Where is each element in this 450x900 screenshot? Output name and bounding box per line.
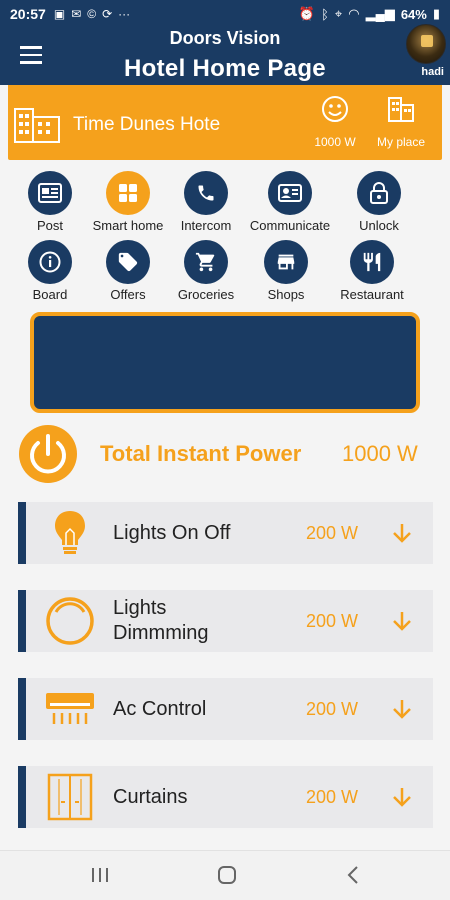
bulb-icon xyxy=(42,508,98,558)
device-curtains[interactable]: Curtains 200 W xyxy=(18,766,433,828)
avatar[interactable] xyxy=(406,24,446,64)
page-title: Hotel Home Page xyxy=(124,55,326,82)
lock-icon xyxy=(357,171,401,215)
info-icon xyxy=(28,240,72,284)
service-post[interactable]: Post xyxy=(28,171,72,233)
phone-icon xyxy=(184,171,228,215)
power-icon[interactable] xyxy=(18,424,78,489)
service-label: Shops xyxy=(267,287,305,302)
device-name: Lights On Off xyxy=(113,522,231,544)
status-bar: 20:57 ▣ ✉ © ⟳ ··· ⏰ ᛒ ⌖ ◠ ▂▄▆ 64% ▮ xyxy=(0,0,450,28)
row-accent xyxy=(18,590,26,652)
arrow-down-icon[interactable] xyxy=(391,696,413,722)
service-offers[interactable]: Offers xyxy=(106,240,150,302)
more-icon: ··· xyxy=(118,7,131,21)
battery-text: 64% xyxy=(400,6,427,22)
device-lights-onoff[interactable]: Lights On Off 200 W xyxy=(18,502,433,564)
contact-card-icon xyxy=(268,171,312,215)
my-place-label: My place xyxy=(376,135,426,149)
banner[interactable] xyxy=(30,312,420,413)
row-accent xyxy=(18,502,26,564)
total-power: Total Instant Power 1000 W xyxy=(0,422,450,484)
service-label: Smart home xyxy=(92,218,164,233)
curtains-icon xyxy=(42,772,98,822)
gallery-icon: ▣ xyxy=(53,7,66,21)
hotel-bar: Time Dunes Hote 1000 W My place xyxy=(8,85,442,160)
copyright-icon: © xyxy=(87,7,97,21)
wifi-icon: ◠ xyxy=(348,6,360,21)
notification-icons: ▣ ✉ © ⟳ ··· xyxy=(54,7,130,21)
home-icon[interactable] xyxy=(216,864,238,891)
service-label: Board xyxy=(32,287,68,302)
arrow-down-icon[interactable] xyxy=(391,608,413,634)
store-icon xyxy=(264,240,308,284)
service-label: Intercom xyxy=(180,218,232,233)
service-label: Post xyxy=(36,218,63,233)
bluetooth-icon: ᛒ xyxy=(321,6,329,22)
system-nav-bar xyxy=(0,850,450,900)
device-name: Lights Dimmming xyxy=(113,597,209,644)
sync-icon: ⟳ xyxy=(102,7,113,21)
service-board[interactable]: Board xyxy=(28,240,72,302)
location-icon: ⌖ xyxy=(334,6,343,21)
device-watts: 200 W xyxy=(306,699,359,719)
hotel-name: Time Dunes Hote xyxy=(73,114,221,135)
service-intercom[interactable]: Intercom xyxy=(181,171,231,233)
service-label: Unlock xyxy=(359,218,399,233)
building-icon xyxy=(14,103,60,148)
smiley-icon xyxy=(322,96,348,122)
service-label: Groceries xyxy=(177,287,235,302)
device-ac-control[interactable]: Ac Control 200 W xyxy=(18,678,433,740)
power-summary-label: 1000 W xyxy=(314,135,356,149)
service-unlock[interactable]: Unlock xyxy=(357,171,401,233)
device-lights-dimming[interactable]: Lights Dimmming 200 W xyxy=(18,590,433,652)
device-name: Curtains xyxy=(113,786,188,808)
my-place-button[interactable]: My place xyxy=(366,95,436,149)
service-groceries[interactable]: Groceries xyxy=(178,240,234,302)
arrow-down-icon[interactable] xyxy=(391,520,413,546)
service-restaurant[interactable]: Restaurant xyxy=(340,240,404,302)
battery-icon: ▮ xyxy=(432,6,440,21)
tag-icon xyxy=(106,240,150,284)
back-icon[interactable] xyxy=(343,864,363,891)
status-time: 20:57 xyxy=(10,6,46,22)
smart-home-icon xyxy=(106,171,150,215)
total-power-label: Total Instant Power xyxy=(100,441,302,466)
mail-icon: ✉ xyxy=(71,7,82,21)
alarm-icon: ⏰ xyxy=(298,6,316,21)
service-label: Communicate xyxy=(249,218,331,233)
row-accent xyxy=(18,766,26,828)
app-name: Doors Vision xyxy=(169,28,281,48)
total-power-value: 1000 W xyxy=(342,441,418,466)
power-summary-button[interactable]: 1000 W xyxy=(308,95,362,149)
device-watts: 200 W xyxy=(306,787,359,807)
signal-icon: ▂▄▆ xyxy=(365,6,395,21)
device-watts: 200 W xyxy=(306,611,359,631)
service-label: Offers xyxy=(110,287,146,302)
service-smart-home[interactable]: Smart home xyxy=(93,171,163,233)
device-watts: 200 W xyxy=(306,523,359,543)
username: hadi xyxy=(421,66,444,78)
system-icons: ⏰ ᛒ ⌖ ◠ ▂▄▆ 64% ▮ xyxy=(299,6,440,22)
building-small-icon xyxy=(388,97,414,122)
row-accent xyxy=(18,678,26,740)
recents-icon[interactable] xyxy=(90,864,110,891)
arrow-down-icon[interactable] xyxy=(391,784,413,810)
cart-icon xyxy=(184,240,228,284)
device-name: Ac Control xyxy=(113,698,207,720)
post-icon xyxy=(28,171,72,215)
service-label: Restaurant xyxy=(340,287,404,302)
app-header: Doors Vision Hotel Home Page hadi xyxy=(0,24,450,85)
service-communicate[interactable]: Communicate xyxy=(250,171,330,233)
dimmer-icon xyxy=(42,596,98,646)
restaurant-icon xyxy=(350,240,394,284)
ac-icon xyxy=(42,684,98,734)
service-shops[interactable]: Shops xyxy=(264,240,308,302)
